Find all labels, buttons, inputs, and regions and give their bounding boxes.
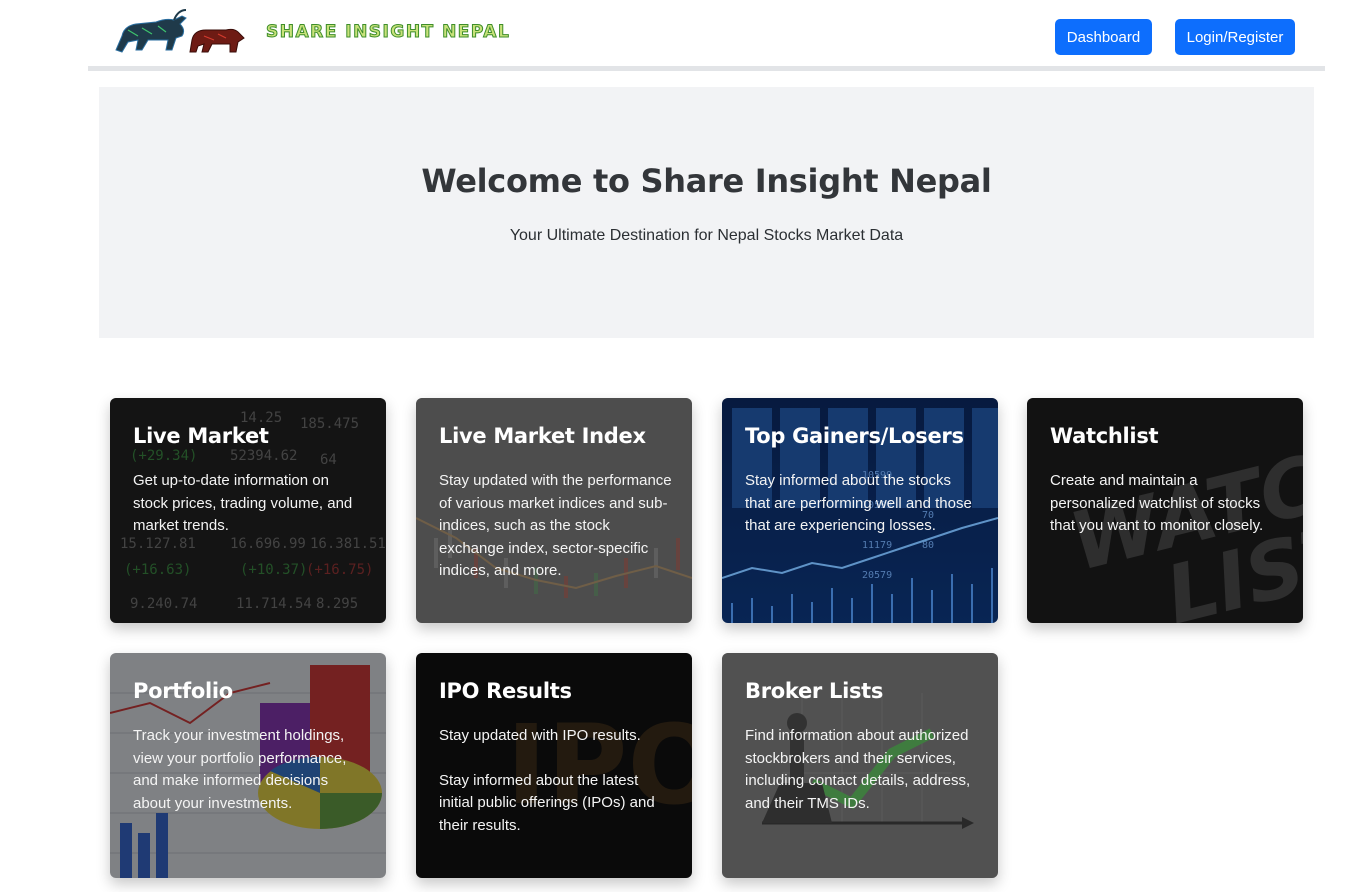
hero-banner: Welcome to Share Insight Nepal Your Ulti…	[99, 87, 1314, 338]
hero-title: Welcome to Share Insight Nepal	[421, 162, 992, 200]
brand-name: Share Insight Nepal	[265, 22, 511, 43]
card-description: Find information about authorized stockb…	[745, 727, 971, 812]
card-title: Broker Lists	[745, 679, 884, 703]
card-description: Stay updated with the performance of var…	[439, 472, 672, 579]
brand-logo[interactable]: Share Insight Nepal	[108, 6, 548, 58]
card-title: IPO Results	[439, 679, 572, 703]
bull-bear-icon	[115, 9, 245, 53]
card-title: Portfolio	[133, 679, 233, 703]
card-description: Stay informed about the stocks that are …	[745, 472, 972, 534]
card-description-secondary: Stay informed about the latest initial p…	[439, 771, 655, 834]
card-title: Live Market	[133, 424, 269, 448]
card-description: Create and maintain a personalized watch…	[1050, 472, 1264, 534]
card-description: Track your investment holdings, view you…	[133, 727, 347, 812]
card-description: Stay updated with IPO results.	[439, 727, 641, 744]
login-register-button[interactable]: Login/Register	[1175, 19, 1295, 55]
card-top-gainers-losers[interactable]: 10599 10599 11179 20579 70 80 Top Gainers/Lo…	[722, 398, 998, 623]
card-title: Watchlist	[1050, 424, 1159, 448]
card-title: Live Market Index	[439, 424, 646, 448]
card-title: Top Gainers/Losers	[745, 424, 964, 448]
card-portfolio[interactable]: Portfolio Track your investment holdings…	[110, 653, 386, 878]
navbar: Share Insight Nepal Dashboard Login/Regi…	[88, 0, 1325, 71]
dashboard-button[interactable]: Dashboard	[1055, 19, 1152, 55]
card-description: Get up-to-date information on stock pric…	[133, 472, 353, 534]
hero-subtitle: Your Ultimate Destination for Nepal Stoc…	[509, 227, 904, 244]
card-ipo-results[interactable]: IPO IPO Results Stay updated with IPO re…	[416, 653, 692, 878]
card-live-market[interactable]: 14.25 185.475 (+29.34) 52394.62 64 15.127.…	[110, 398, 386, 623]
card-live-market-index[interactable]: Live Market Index Stay updated with the …	[416, 398, 692, 623]
card-broker-lists[interactable]: Broker Lists Find information about auth…	[722, 653, 998, 878]
card-watchlist[interactable]: WATCH LIST Watchlist Create and maintain…	[1027, 398, 1303, 623]
